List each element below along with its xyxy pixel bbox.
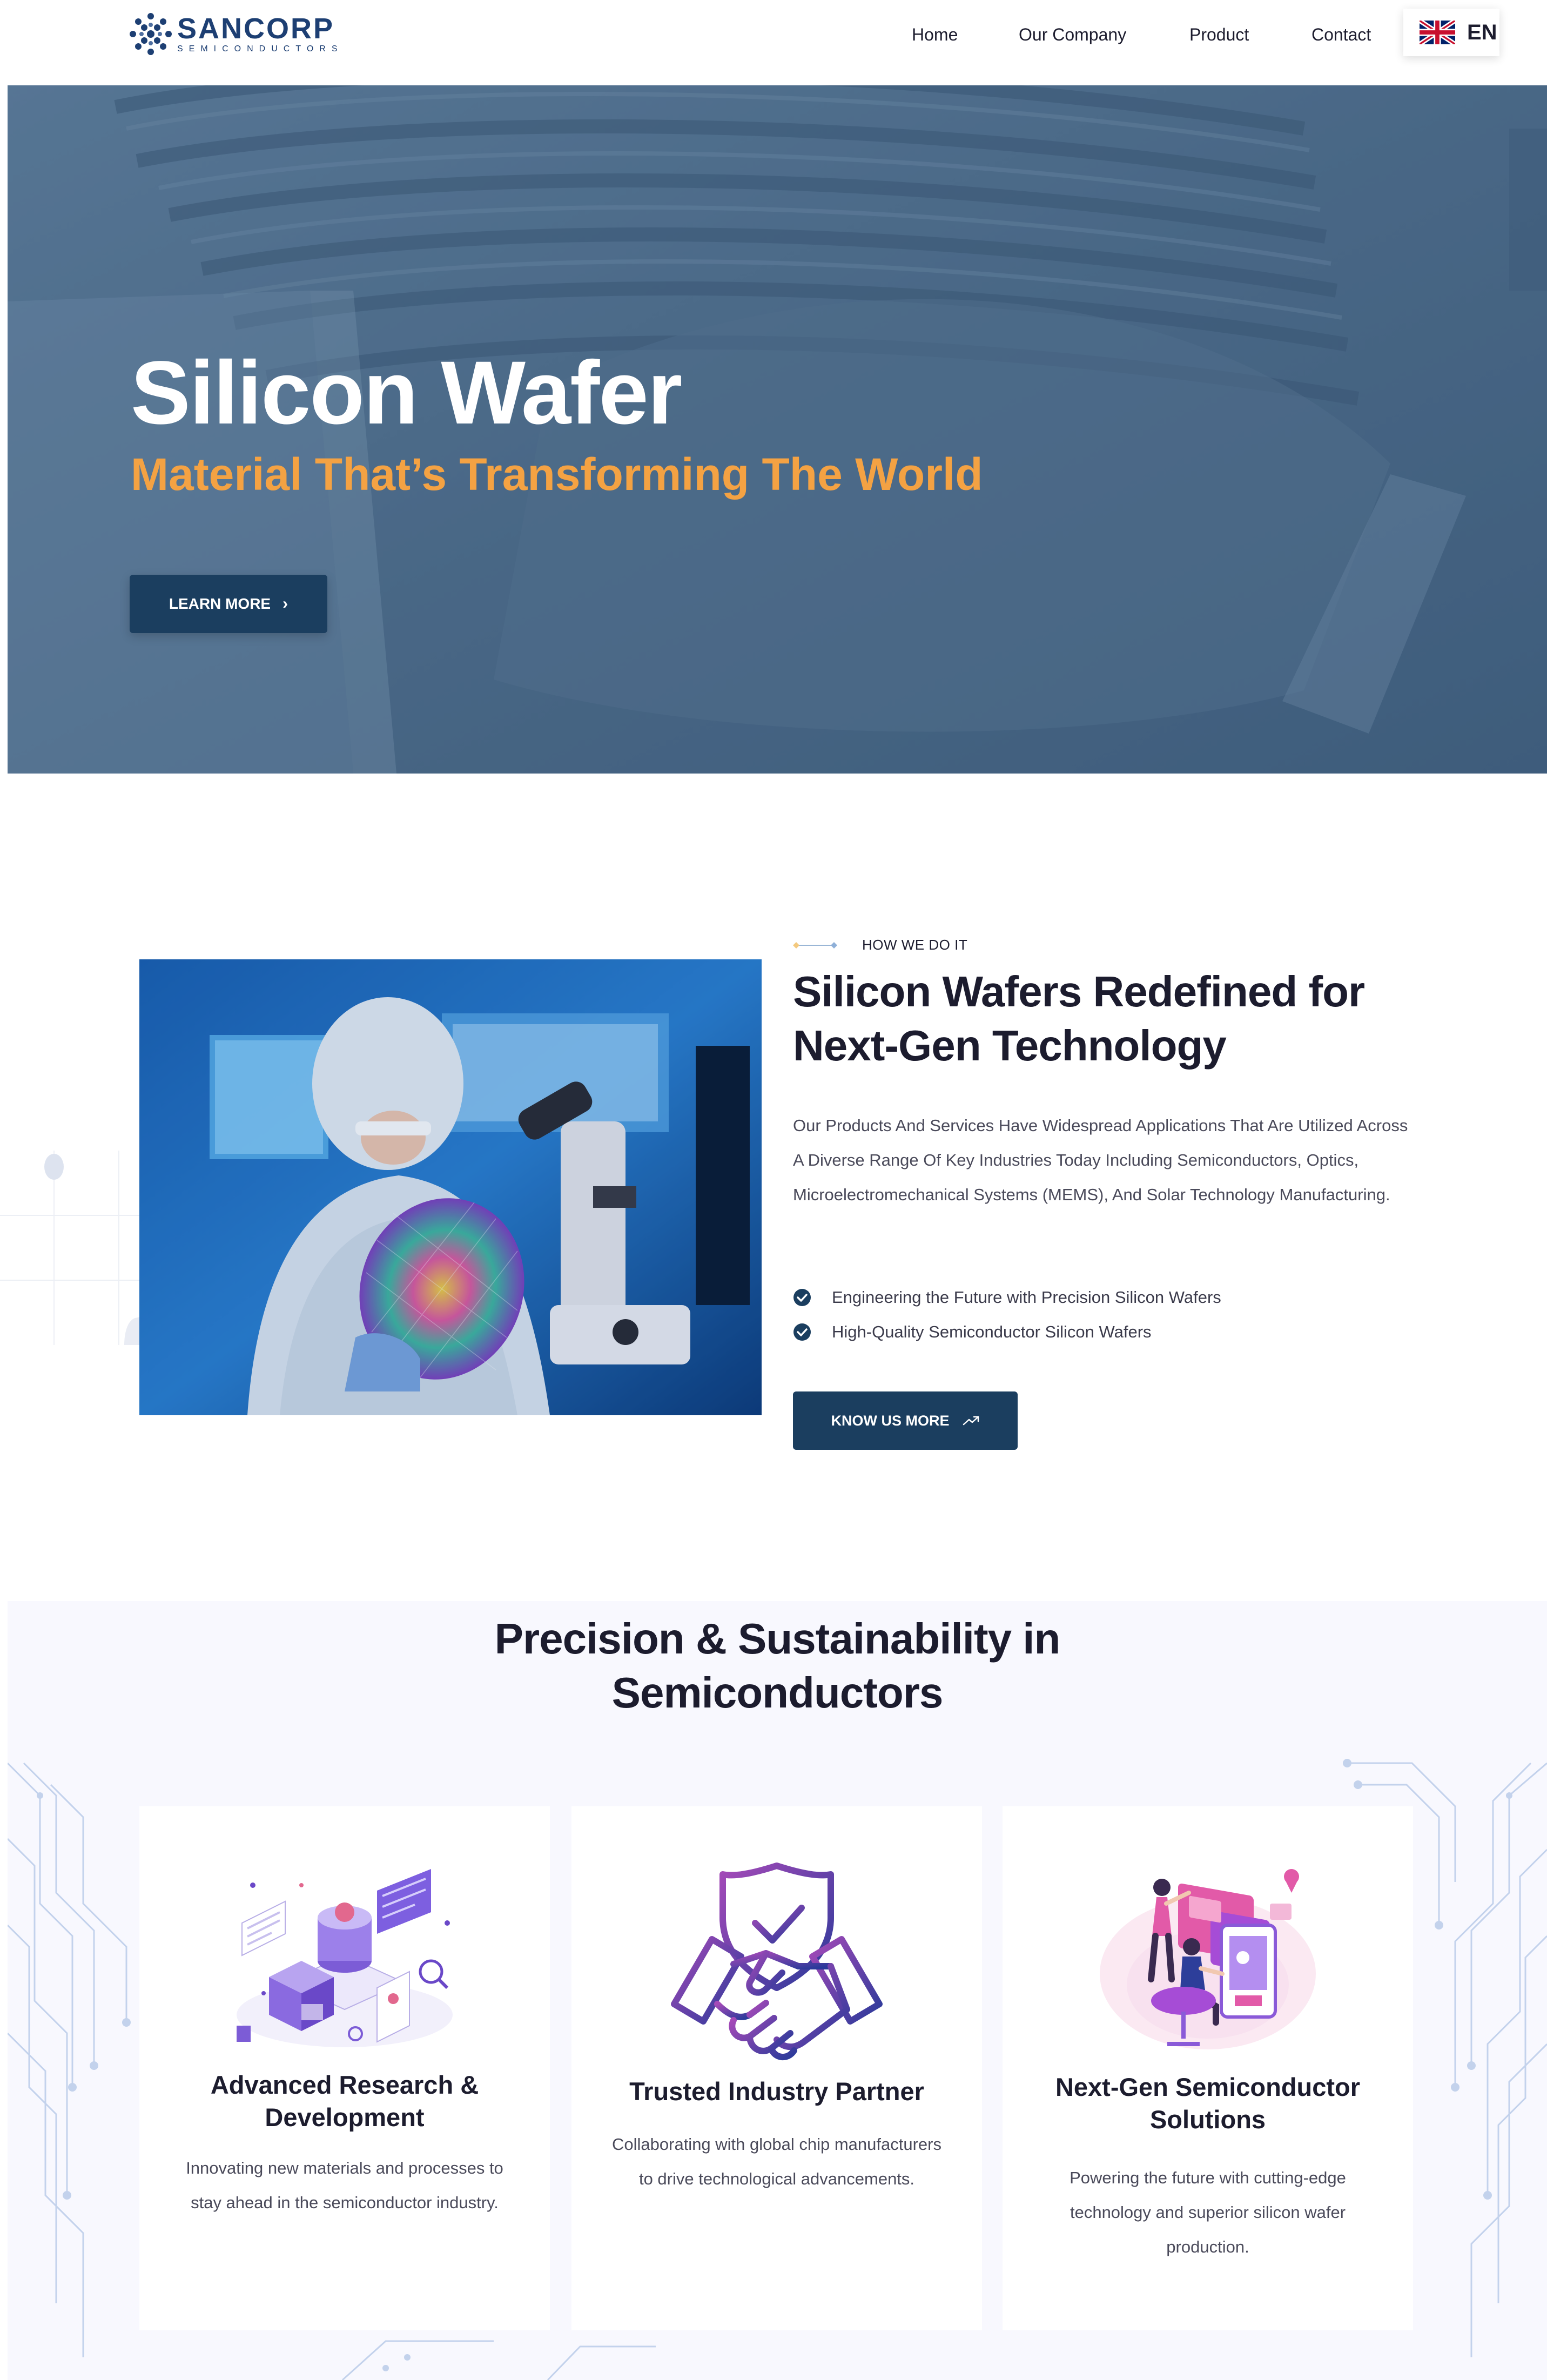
chevron-right-icon: › [283,595,288,613]
card-title: Advanced Research & Development [161,2069,528,2134]
features-title-line1: Precision & Sustainability in [494,1615,1061,1663]
feature-card-solutions: Next-Gen Semiconductor Solutions Powerin… [1003,1806,1413,2330]
check-circle-icon [793,1289,811,1306]
hero-subtitle: Material That’s Transforming The World [131,449,983,500]
feature-card-partner: Trusted Industry Partner Collaborating w… [571,1806,982,2330]
card-description: Collaborating with global chip manufactu… [612,2135,941,2188]
uk-flag-icon [1420,21,1455,44]
hero-title: Silicon Wafer [131,343,682,443]
learn-more-label: LEARN MORE [169,595,271,612]
site-header: SANCORP SEMICONDUCTORS Home Our Company … [0,0,1547,85]
know-us-more-button[interactable]: KNOW US MORE [793,1391,1018,1450]
about-title-line2: Next-Gen Technology [793,1021,1227,1070]
list-item: High-Quality Semiconductor Silicon Wafer… [793,1315,1221,1349]
language-code: EN [1467,20,1497,44]
logo-name: SANCORP [177,12,335,45]
check-circle-icon [793,1323,811,1341]
know-us-more-label: KNOW US MORE [831,1412,950,1429]
learn-more-button[interactable]: LEARN MORE › [130,575,327,633]
about-title-line1: Silicon Wafers Redefined for [793,967,1365,1016]
about-title: Silicon Wafers Redefined for Next-Gen Te… [793,965,1441,1073]
card-description: Innovating new materials and processes t… [186,2159,503,2212]
about-description: Our Products And Services Have Widesprea… [793,1116,1408,1204]
card-title-line1: Next-Gen Semiconductor [1055,2073,1361,2101]
feature-card-research: Advanced Research & Development Innovati… [139,1806,550,2330]
language-switcher[interactable]: EN [1403,9,1499,56]
checklist-text: High-Quality Semiconductor Silicon Wafer… [832,1322,1152,1341]
section-tag: HOW WE DO IT [793,937,967,953]
card-title: Next-Gen Semiconductor Solutions [1024,2071,1391,2136]
card-title-line2: Development [265,2103,425,2132]
card-title: Trusted Industry Partner [593,2075,960,2108]
nav-product[interactable]: Product [1189,24,1249,45]
card-title-line1: Trusted Industry Partner [629,2077,924,2106]
nav-home[interactable]: Home [912,24,958,45]
checklist-text: Engineering the Future with Precision Si… [832,1288,1221,1307]
section-tag-label: HOW WE DO IT [862,937,968,953]
card-title-line1: Advanced Research & [210,2070,479,2099]
tag-line-icon [793,942,837,949]
lab-scientist-photo [139,959,762,1415]
logo-mark-icon [130,13,172,55]
features-title: Precision & Sustainability in Semiconduc… [8,1612,1547,1720]
features-title-line2: Semiconductors [611,1669,944,1717]
trending-up-icon [963,1416,979,1426]
feature-checklist: Engineering the Future with Precision Si… [793,1280,1221,1349]
handshake-shield-icon [671,1863,883,2061]
logo-tagline: SEMICONDUCTORS [177,44,344,53]
nav-our-company[interactable]: Our Company [1019,24,1126,45]
tech-team-icon [1100,1869,1316,2049]
hero-banner: Silicon Wafer Material That’s Transformi… [8,85,1547,774]
research-lab-icon [237,1869,453,2047]
card-description: Powering the future with cutting-edge te… [1070,2168,1346,2256]
nav-contact[interactable]: Contact [1311,24,1371,45]
site-logo[interactable]: SANCORP SEMICONDUCTORS [129,12,344,56]
card-title-line2: Solutions [1149,2105,1266,2134]
list-item: Engineering the Future with Precision Si… [793,1280,1221,1315]
